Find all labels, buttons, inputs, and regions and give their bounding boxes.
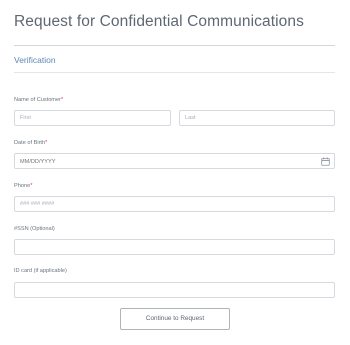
date-of-birth-label: Date of Birth*: [14, 140, 47, 146]
required-asterisk: *: [60, 97, 64, 103]
date-of-birth-label-text: Date of Birth: [14, 140, 46, 146]
required-asterisk: *: [30, 183, 33, 189]
phone-label: Phone*: [14, 183, 32, 189]
section-divider: [14, 72, 335, 73]
phone-input[interactable]: [14, 196, 335, 212]
date-of-birth-input[interactable]: [15, 154, 322, 168]
id-card-input[interactable]: [14, 282, 335, 298]
continue-to-request-button[interactable]: Continue to Request: [120, 308, 230, 330]
page-title: Request for Confidential Communications: [14, 13, 304, 30]
required-asterisk: *: [45, 140, 48, 146]
ssn-input[interactable]: [14, 239, 335, 255]
first-name-input[interactable]: [14, 110, 171, 126]
last-name-input[interactable]: [179, 110, 335, 126]
phone-label-text: Phone: [14, 183, 31, 189]
ssn-label: #SSN (Optional): [14, 226, 55, 232]
name-of-customer-label-text: Name of Customer: [14, 97, 61, 103]
title-divider: [14, 45, 335, 46]
id-card-label: ID card (if applicable): [14, 268, 67, 274]
section-heading-verification: Verification: [14, 55, 56, 65]
calendar-icon[interactable]: [321, 157, 330, 166]
date-of-birth-field[interactable]: [14, 153, 335, 169]
name-of-customer-label: Name of Customer*: [14, 97, 63, 103]
